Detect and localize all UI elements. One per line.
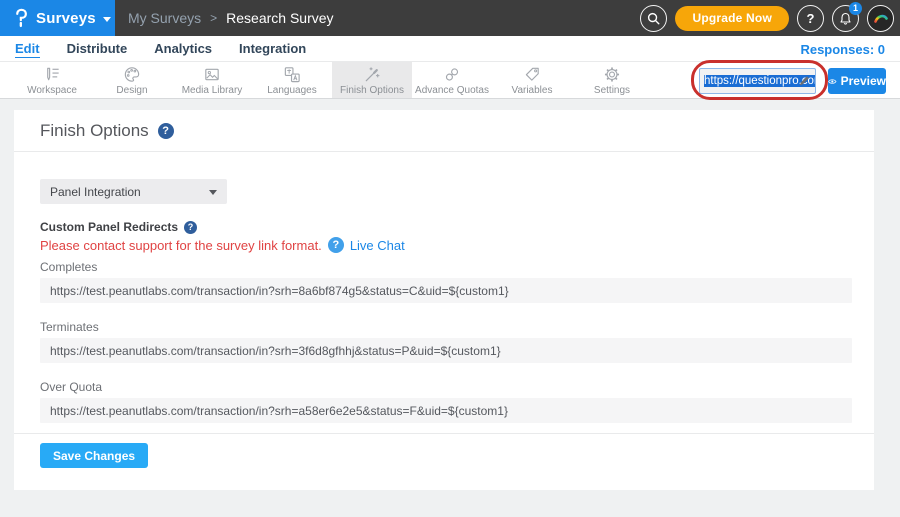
variables-icon [522, 65, 542, 84]
breadcrumb-separator: > [210, 11, 217, 25]
toolbar-item-advance-quotas[interactable]: Advance Quotas [412, 62, 492, 98]
terminates-input[interactable]: https://test.peanutlabs.com/transaction/… [40, 338, 852, 363]
breadcrumb: My Surveys > Research Survey [128, 10, 334, 26]
card-body: Panel Integration Custom Panel Redirects… [14, 179, 874, 423]
save-button[interactable]: Save Changes [40, 443, 148, 468]
custom-panel-redirects-label: Custom Panel Redirects [40, 220, 178, 234]
avatar-swoosh-icon [872, 9, 890, 27]
topbar-actions: Upgrade Now ? 1 [640, 5, 900, 32]
support-note-row: Please contact support for the survey li… [40, 237, 852, 253]
product-menu[interactable]: Surveys [0, 0, 115, 36]
workspace-icon [42, 65, 62, 84]
design-icon [122, 65, 142, 84]
notifications-button[interactable]: 1 [832, 5, 859, 32]
finish-options-help-icon[interactable]: ? [158, 123, 174, 139]
toolbar-item-languages[interactable]: Languages [252, 62, 332, 98]
toolbar-item-finish-options[interactable]: Finish Options [332, 62, 412, 98]
toolbar-item-variables[interactable]: Variables [492, 62, 572, 98]
nav-tabs: Edit Distribute Analytics Integration [15, 39, 306, 58]
completes-label: Completes [40, 260, 852, 274]
nav-tab-analytics[interactable]: Analytics [154, 39, 212, 58]
nav-tab-integration[interactable]: Integration [239, 39, 306, 58]
completes-input[interactable]: https://test.peanutlabs.com/transaction/… [40, 278, 852, 303]
page-title: Finish Options [40, 121, 149, 141]
advance-quotas-icon [442, 65, 462, 84]
toolbar-item-workspace[interactable]: Workspace [12, 62, 92, 98]
edit-toolbar: Workspace Design Media Library Languages [0, 62, 900, 99]
live-chat-help-icon[interactable]: ? [328, 237, 344, 253]
card-footer: Save Changes [14, 433, 874, 468]
search-button[interactable] [640, 5, 667, 32]
eye-icon [828, 76, 837, 87]
custom-panel-redirects-help-icon[interactable]: ? [184, 221, 197, 234]
notification-badge: 1 [849, 2, 862, 15]
upgrade-button[interactable]: Upgrade Now [675, 6, 789, 31]
chevron-down-icon [103, 17, 111, 22]
breadcrumb-my-surveys[interactable]: My Surveys [128, 10, 201, 26]
breadcrumb-current-survey: Research Survey [226, 10, 333, 26]
support-note: Please contact support for the survey li… [40, 238, 322, 253]
card-header: Finish Options ? [14, 110, 874, 152]
finish-options-icon [362, 65, 382, 84]
chevron-down-icon [209, 190, 217, 195]
avatar[interactable] [867, 5, 894, 32]
topbar: Surveys My Surveys > Research Survey Upg… [0, 0, 900, 36]
languages-icon [282, 65, 302, 84]
nav-tab-distribute[interactable]: Distribute [67, 39, 128, 58]
help-icon: ? [807, 11, 815, 26]
preview-button[interactable]: Preview [828, 68, 886, 94]
product-name: Surveys [36, 10, 96, 27]
over-quota-label: Over Quota [40, 380, 852, 394]
questionpro-logo-icon [13, 8, 29, 28]
over-quota-input[interactable]: https://test.peanutlabs.com/transaction/… [40, 398, 852, 423]
survey-nav: Edit Distribute Analytics Integration Re… [0, 36, 900, 62]
finish-options-panel: Finish Options ? Panel Integration Custo… [14, 110, 874, 490]
media-library-icon [202, 65, 222, 84]
search-icon [646, 11, 661, 26]
toolbar-item-settings[interactable]: Settings [572, 62, 652, 98]
live-chat-link[interactable]: Live Chat [350, 238, 405, 253]
responses-count[interactable]: Responses: 0 [800, 40, 885, 57]
panel-type-selected-value: Panel Integration [50, 185, 141, 199]
settings-icon [602, 65, 622, 84]
help-button[interactable]: ? [797, 5, 824, 32]
toolbar-item-media-library[interactable]: Media Library [172, 62, 252, 98]
panel-type-select[interactable]: Panel Integration [40, 179, 227, 204]
toolbar-item-design[interactable]: Design [92, 62, 172, 98]
edit-url-pencil-icon[interactable] [798, 74, 811, 87]
custom-panel-redirects-row: Custom Panel Redirects ? [40, 220, 852, 234]
nav-tab-edit[interactable]: Edit [15, 39, 40, 58]
terminates-label: Terminates [40, 320, 852, 334]
